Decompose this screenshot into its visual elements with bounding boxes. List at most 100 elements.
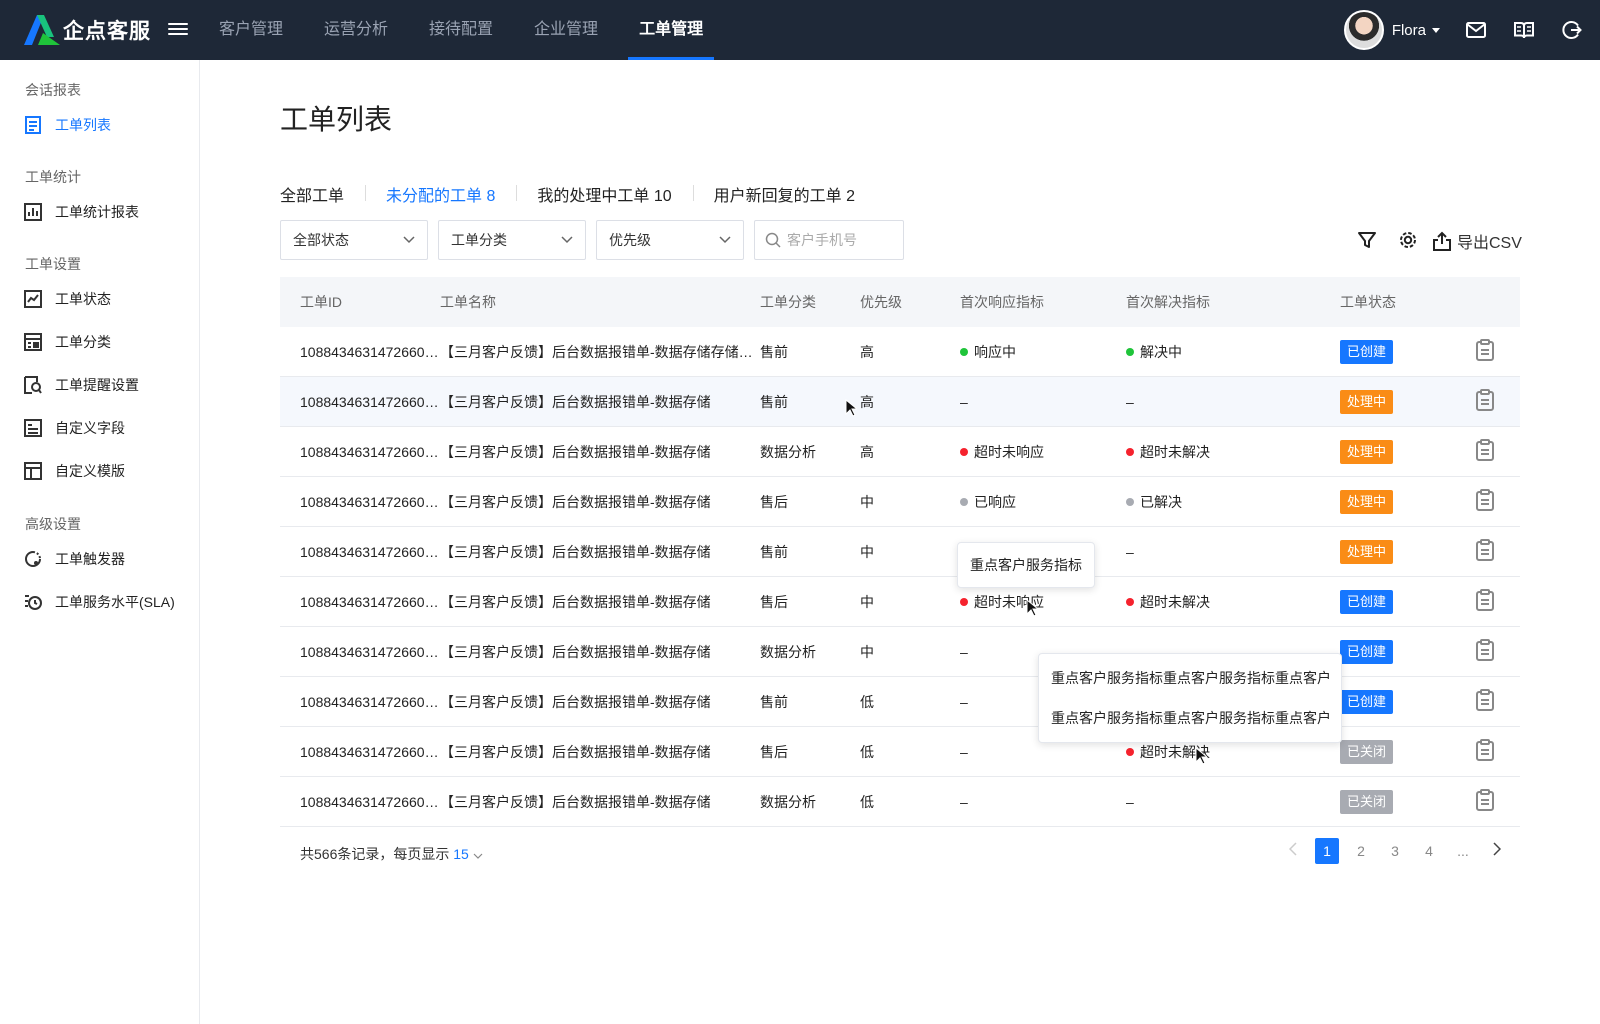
user-menu[interactable]: Flora (1392, 22, 1440, 39)
response-text: – (960, 743, 968, 760)
sidebar-item-custom-templates[interactable]: 自定义模版 (24, 461, 125, 481)
filter-icon[interactable] (1356, 229, 1378, 251)
sidebar-item-custom-fields[interactable]: 自定义字段 (24, 418, 125, 438)
table-row[interactable]: 108843463147266048 【三月客户反馈】后台数据报错单-数据存储 售后… (280, 477, 1520, 527)
nav-item[interactable]: 运营分析 (313, 0, 399, 60)
resolve-text: 解决中 (1140, 343, 1182, 360)
first-response-indicator[interactable]: 超时未响应 (960, 442, 1126, 462)
clipboard-icon[interactable] (1475, 489, 1495, 511)
sidebar-item-ticket-list[interactable]: 工单列表 (24, 115, 111, 135)
avatar[interactable] (1343, 10, 1384, 50)
column-header[interactable]: 工单ID (280, 292, 440, 312)
status-filter-select[interactable]: 全部状态 (280, 220, 428, 260)
clipboard-icon[interactable] (1475, 339, 1495, 361)
ticket-name[interactable]: 【三月客户反馈】后台数据报错单-数据存储 (440, 592, 760, 612)
table-row[interactable]: 108843463147266048 【三月客户反馈】后台数据报错单-数据存储 售前… (280, 527, 1520, 577)
page-number[interactable]: 3 (1378, 838, 1412, 864)
column-header[interactable]: 工单状态 (1340, 292, 1450, 312)
column-header[interactable]: 工单名称 (440, 292, 760, 312)
sidebar-item-sla[interactable]: 工单服务水平(SLA) (24, 592, 175, 612)
category-filter-select[interactable]: 工单分类 (438, 220, 586, 260)
ticket-name[interactable]: 【三月客户反馈】后台数据报错单-数据存储 (440, 692, 760, 712)
page-size-select[interactable]: 15 (453, 846, 483, 862)
ticket-name[interactable]: 【三月客户反馈】后台数据报错单-数据存储 (440, 442, 760, 462)
app-logo[interactable]: 企点客服 (24, 14, 151, 46)
first-resolve-indicator[interactable]: 超时未解决 (1126, 442, 1340, 462)
phone-search-box[interactable] (754, 220, 904, 260)
sidebar-item-reminder-settings[interactable]: 工单提醒设置 (24, 375, 139, 395)
clipboard-icon[interactable] (1475, 639, 1495, 661)
column-header[interactable]: 工单分类 (760, 292, 860, 312)
page-number[interactable]: 2 (1344, 838, 1378, 864)
nav-item[interactable]: 客户管理 (208, 0, 294, 60)
chevron-down-icon (561, 236, 573, 244)
ticket-tab[interactable]: 我的处理中工单 10 (537, 182, 694, 206)
ticket-name[interactable]: 【三月客户反馈】后台数据报错单-数据存储 (440, 642, 760, 662)
sidebar-item-label: 自定义字段 (55, 420, 125, 436)
clipboard-icon[interactable] (1475, 389, 1495, 411)
first-response-indicator[interactable]: 超时未响应 (960, 592, 1126, 612)
first-resolve-indicator[interactable]: 超时未解决 (1126, 742, 1340, 762)
ticket-name[interactable]: 【三月客户反馈】后台数据报错单-数据存储 (440, 492, 760, 512)
priority-filter-select[interactable]: 优先级 (596, 220, 744, 260)
sidebar-item-ticket-status[interactable]: 工单状态 (24, 289, 111, 309)
clipboard-icon[interactable] (1475, 589, 1495, 611)
table-row[interactable]: 108843463147266048 【三月客户反馈】后台数据报错单-数据存储 数据… (280, 427, 1520, 477)
first-resolve-indicator[interactable]: – (1126, 394, 1340, 410)
clipboard-icon[interactable] (1475, 689, 1495, 711)
table-row[interactable]: 108843463147266048 【三月客户反馈】后台数据报错单-数据存储 售前… (280, 377, 1520, 427)
page-number[interactable]: 4 (1412, 838, 1446, 864)
ticket-name[interactable]: 【三月客户反馈】后台数据报错单-数据存储 (440, 542, 760, 562)
nav-item[interactable]: 企业管理 (523, 0, 609, 60)
ticket-name[interactable]: 【三月客户反馈】后台数据报错单-数据存储 (440, 742, 760, 762)
chevron-down-icon (473, 853, 483, 859)
settings-gear-icon[interactable] (1397, 229, 1419, 251)
page-number[interactable]: 1 (1315, 838, 1339, 864)
ticket-name[interactable]: 【三月客户反馈】后台数据报错单-数据存储存储存储 (440, 342, 760, 362)
first-resolve-indicator[interactable]: – (1126, 544, 1340, 560)
phone-search-input[interactable] (787, 232, 887, 248)
resolve-text: – (1126, 793, 1134, 810)
menu-toggle-icon[interactable] (168, 20, 188, 40)
export-csv-button[interactable]: 导出CSV (1433, 229, 1522, 253)
first-resolve-indicator[interactable]: 超时未解决 (1126, 592, 1340, 612)
logout-icon[interactable] (1560, 18, 1584, 42)
ticket-name[interactable]: 【三月客户反馈】后台数据报错单-数据存储 (440, 392, 760, 412)
first-response-indicator[interactable]: – (960, 794, 1126, 810)
column-header[interactable]: 首次响应指标 (960, 292, 1126, 312)
mail-icon[interactable] (1464, 18, 1488, 42)
first-response-indicator[interactable]: 响应中 (960, 342, 1126, 362)
first-response-indicator[interactable]: – (960, 744, 1126, 760)
clipboard-icon[interactable] (1475, 789, 1495, 811)
next-page-icon[interactable] (1480, 838, 1514, 864)
nav-item[interactable]: 接待配置 (418, 0, 504, 60)
page-number[interactable]: ... (1446, 838, 1480, 864)
clipboard-icon[interactable] (1475, 439, 1495, 461)
ticket-tab[interactable]: 全部工单 (280, 182, 367, 206)
prev-page-icon[interactable] (1276, 838, 1310, 864)
ticket-category: 数据分析 (760, 643, 816, 660)
ticket-tab[interactable]: 未分配的工单 8 (386, 182, 518, 206)
column-header[interactable]: 首次解决指标 (1126, 292, 1340, 312)
sidebar-item-trigger[interactable]: 工单触发器 (24, 549, 125, 569)
bell-icon (24, 376, 42, 394)
first-resolve-indicator[interactable]: 解决中 (1126, 342, 1340, 362)
nav-item[interactable]: 工单管理 (628, 0, 715, 60)
table-row[interactable]: 108843463147266048 【三月客户反馈】后台数据报错单-数据存储 售后… (280, 577, 1520, 627)
ticket-tab[interactable]: 用户新回复的工单 2 (714, 182, 877, 206)
first-response-indicator[interactable]: – (960, 394, 1126, 410)
sidebar-item-stats-report[interactable]: 工单统计报表 (24, 202, 139, 222)
column-header[interactable]: 优先级 (860, 292, 960, 312)
clipboard-icon[interactable] (1475, 739, 1495, 761)
ticket-name[interactable]: 【三月客户反馈】后台数据报错单-数据存储 (440, 792, 760, 812)
table-row[interactable]: 108843463147266048 【三月客户反馈】后台数据报错单-数据存储 数据… (280, 777, 1520, 827)
sidebar: 会话报表 工单列表 工单统计 工单统计报表 工单设置 工单状态 工单分类 工单提… (0, 60, 200, 1024)
ticket-priority: 中 (860, 493, 874, 510)
first-resolve-indicator[interactable]: 已解决 (1126, 492, 1340, 512)
book-icon[interactable] (1512, 18, 1536, 42)
table-row[interactable]: 108843463147266048 【三月客户反馈】后台数据报错单-数据存储存储… (280, 327, 1520, 377)
sidebar-item-ticket-category[interactable]: 工单分类 (24, 332, 111, 352)
first-resolve-indicator[interactable]: – (1126, 794, 1340, 810)
first-response-indicator[interactable]: 已响应 (960, 492, 1126, 512)
clipboard-icon[interactable] (1475, 539, 1495, 561)
